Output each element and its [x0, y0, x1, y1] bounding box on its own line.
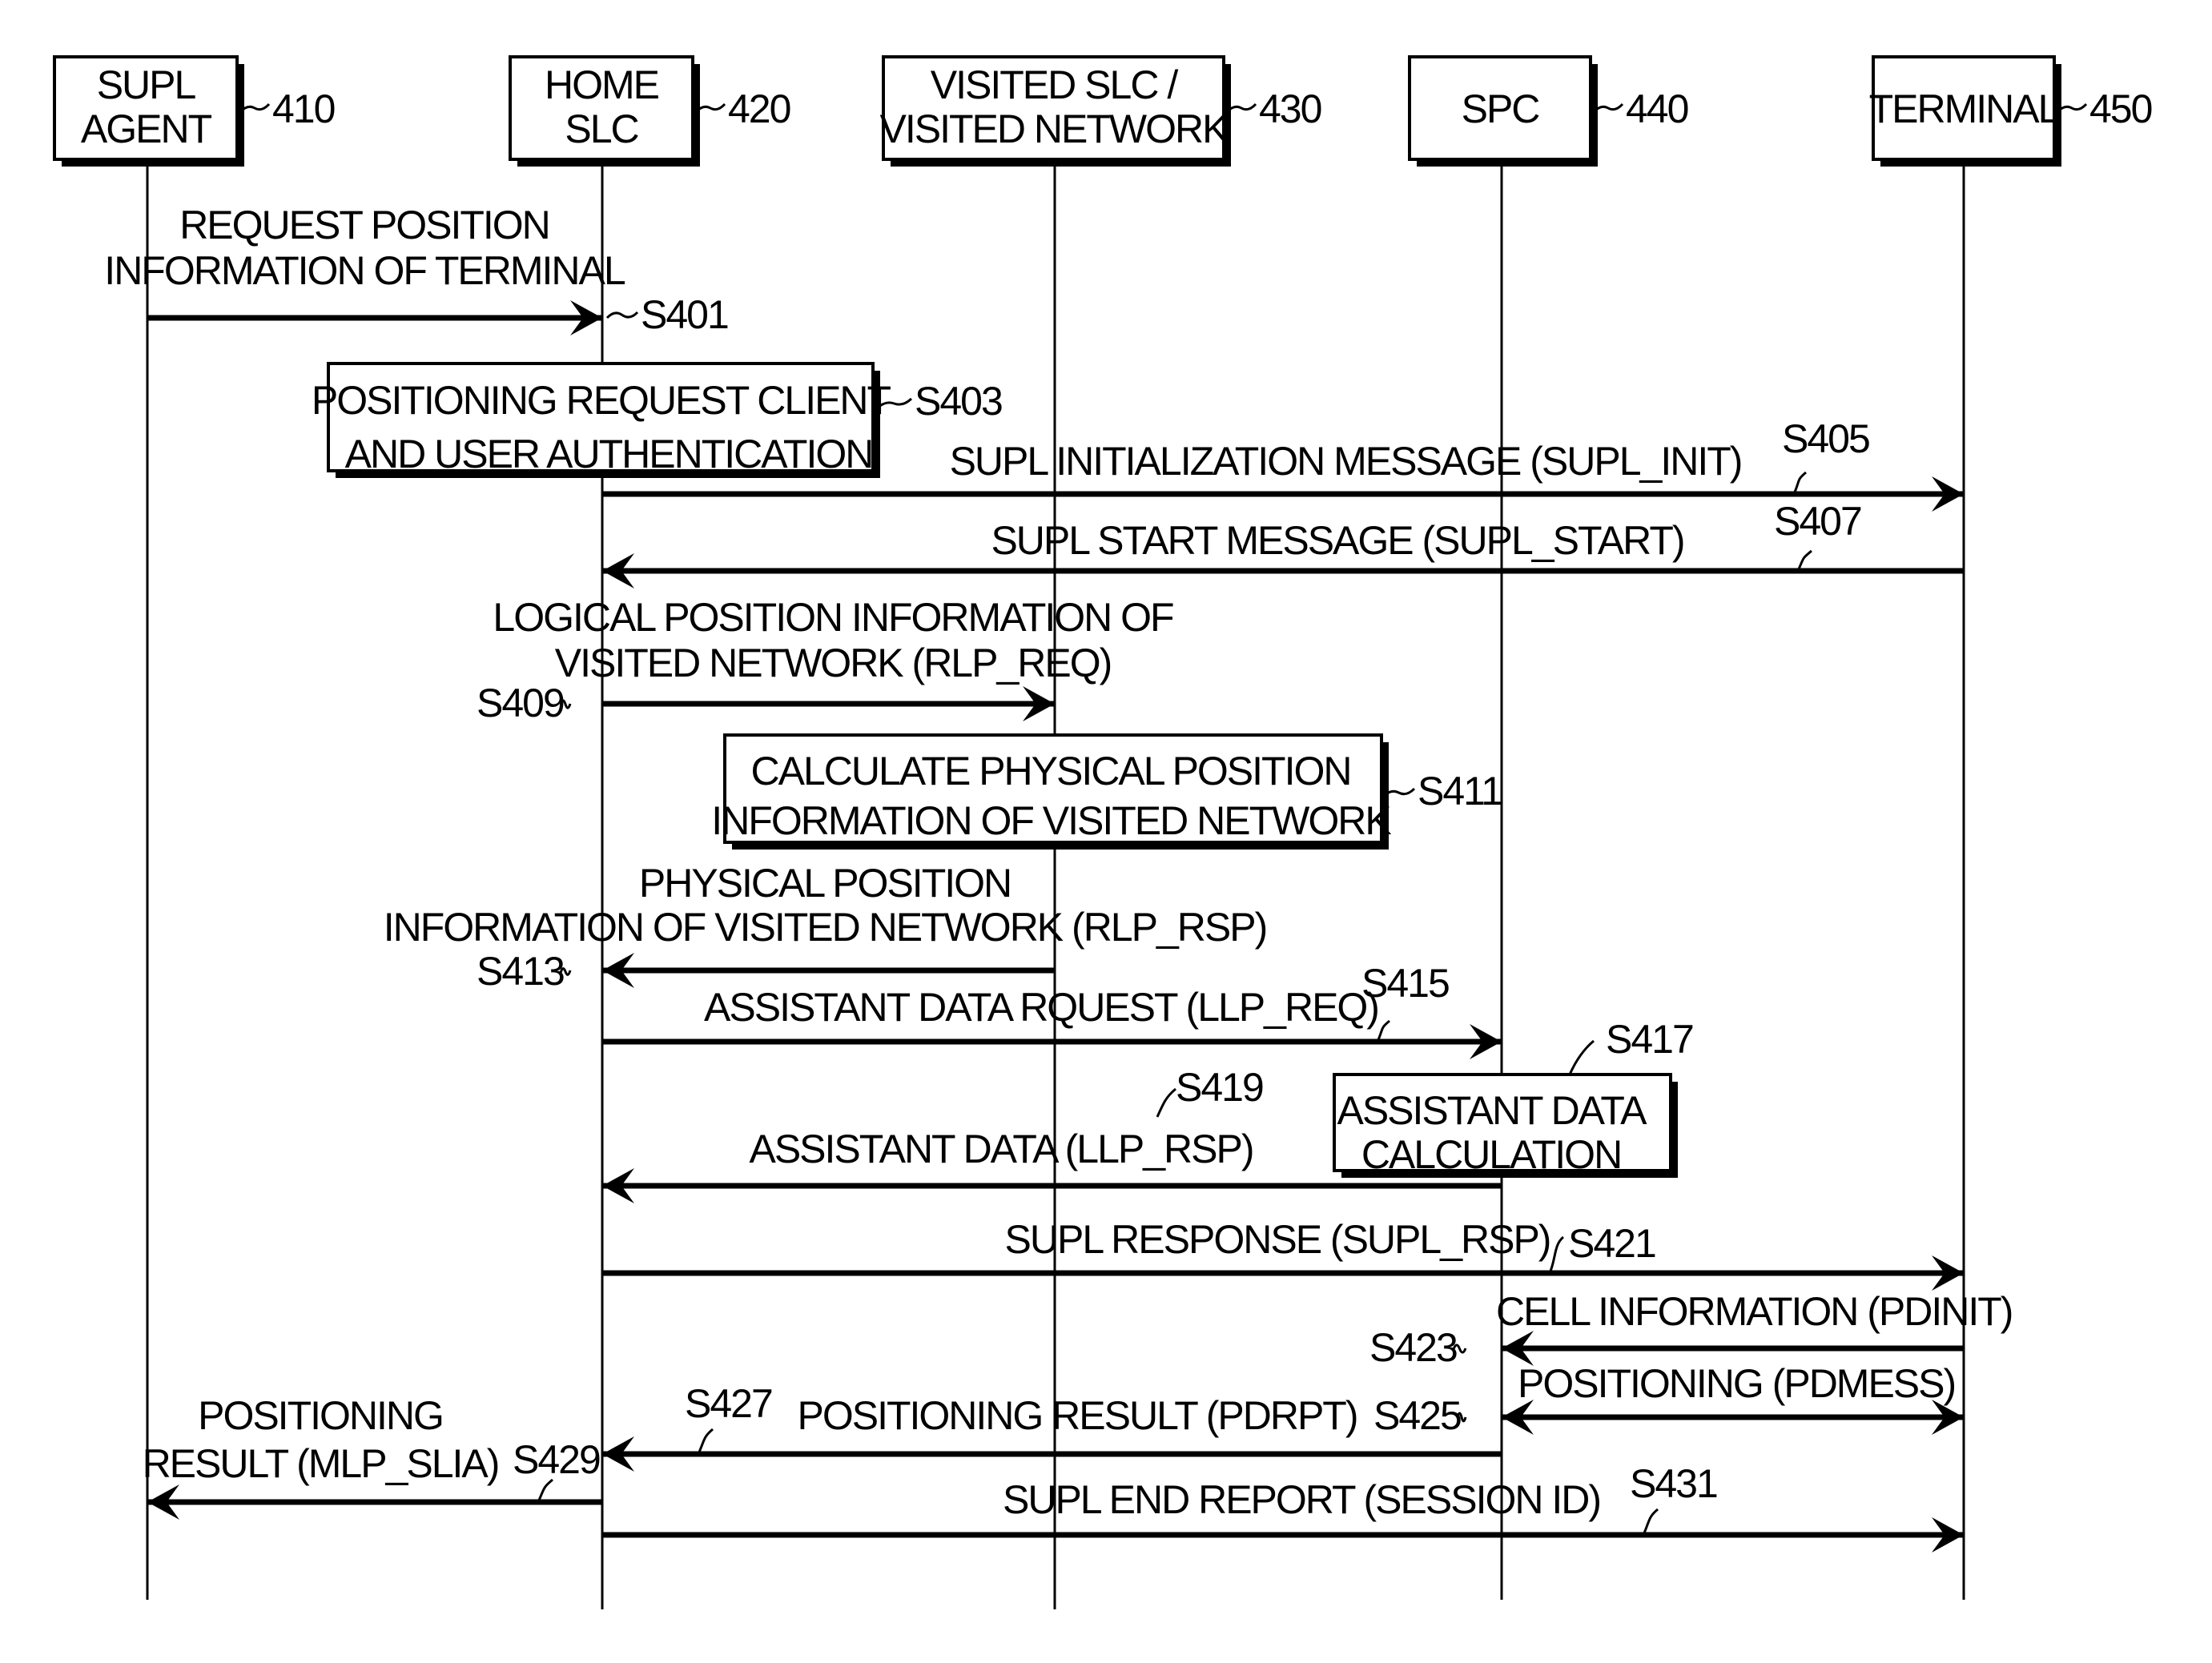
step-leader [1548, 1235, 1565, 1274]
step-number: S411 [1418, 769, 1502, 813]
step-number: S427 [685, 1381, 772, 1426]
message-label: SUPL START MESSAGE (SUPL_START) [991, 518, 1683, 563]
step-leader [605, 311, 639, 319]
reference-number: 430 [1259, 86, 1321, 131]
participant-label: SUPL [97, 62, 196, 107]
step-leader [697, 1428, 714, 1455]
step-s425: POSITIONING (PDMESS) S425 [1373, 1361, 1964, 1438]
participant-supl_agent: SUPLAGENT 410 [53, 55, 336, 167]
message-label: SUPL END REPORT (SESSION ID) [1003, 1477, 1600, 1522]
message-label: ASSISTANT DATA (LLP_RSP) [749, 1127, 1253, 1171]
step-number: S423 [1369, 1325, 1457, 1370]
step-leader [1376, 1019, 1390, 1042]
reference-leader [239, 102, 271, 114]
step-s409: LOGICAL POSITION INFORMATION OFVISITED N… [477, 595, 1175, 725]
participants: SUPLAGENT 410 HOMESLC 420 VISITED SLC /VISIT… [53, 55, 2154, 167]
step-leader [1796, 549, 1812, 572]
step-s429: POSITIONINGRESULT (MLP_SLIA) S429 [143, 1393, 602, 1520]
participant-visited_slc: VISITED SLC /VISITED NETWORK 430 [880, 55, 1323, 167]
message-label: POSITIONING RESULT (PDRPT) [797, 1393, 1357, 1438]
message-label: INFORMATION OF TERMINAL [104, 248, 625, 293]
participant-terminal: TERMINAL 450 [1869, 55, 2154, 167]
process-label: POSITIONING REQUEST CLIENT [312, 378, 891, 423]
participant-spc: SPC 440 [1408, 55, 1690, 167]
process-label: AND USER AUTHENTICATION [345, 432, 873, 476]
message-label: SUPL INITIALIZATION MESSAGE (SUPL_INIT) [950, 439, 1742, 484]
step-leader [1156, 1087, 1176, 1118]
step-s427: POSITIONING RESULT (PDRPT) S427 [602, 1381, 1502, 1472]
message-label: REQUEST POSITION [179, 203, 549, 247]
participant-label: SPC [1462, 86, 1540, 131]
step-leader [1792, 471, 1807, 495]
message-label: CELL INFORMATION (PDINIT) [1496, 1289, 2012, 1334]
step-number: S413 [477, 949, 564, 994]
message-label: POSITIONING (PDMESS) [1518, 1361, 1955, 1406]
message-label: ASSISTANT DATA RQUEST (LLP_REQ) [704, 985, 1378, 1030]
step-s407: SUPL START MESSAGE (SUPL_START) S407 [602, 499, 1964, 588]
reference-leader [1592, 102, 1624, 114]
participant-label: TERMINAL [1869, 86, 2060, 131]
participant-label: HOME [545, 62, 659, 107]
message-label: LOGICAL POSITION INFORMATION OF [493, 595, 1173, 640]
step-number: S429 [513, 1437, 600, 1482]
participant-label: VISITED NETWORK [880, 106, 1229, 151]
participant-label: AGENT [81, 106, 212, 151]
message-label: SUPL RESPONSE (SUPL_RSP) [1005, 1217, 1550, 1262]
reference-number: 410 [272, 86, 335, 131]
step-number: S419 [1176, 1065, 1263, 1110]
step-number: S417 [1606, 1017, 1693, 1062]
process-label: CALCULATION [1361, 1132, 1621, 1177]
reference-leader [694, 102, 726, 114]
sequence-diagram: SUPLAGENT 410HOMESLC 420VISITED SLC /VISIT… [53, 55, 2154, 1609]
step-number: S421 [1568, 1221, 1655, 1266]
participant-label: VISITED SLC / [931, 62, 1179, 107]
reference-leader [2056, 102, 2088, 114]
step-number: S425 [1373, 1393, 1461, 1438]
message-label: PHYSICAL POSITION [639, 861, 1011, 906]
step-number: S431 [1630, 1461, 1717, 1506]
step-s415: ASSISTANT DATA RQUEST (LLP_REQ)S415 [602, 961, 1502, 1059]
reference-number: 440 [1626, 86, 1688, 131]
step-s403: POSITIONING REQUEST CLIENT AND USER AUTHE… [312, 362, 1003, 478]
step-number: S401 [641, 292, 728, 337]
message-label: INFORMATION OF VISITED NETWORK (RLP_RSP) [384, 905, 1266, 950]
step-number: S409 [477, 681, 564, 725]
step-number: S415 [1361, 961, 1449, 1006]
process-label: INFORMATION OF VISITED NETWORK [711, 798, 1391, 843]
process-label: ASSISTANT DATA [1337, 1088, 1647, 1133]
step-number: S407 [1774, 499, 1861, 544]
step-leader [537, 1478, 553, 1503]
reference-number: 450 [2089, 86, 2152, 131]
message-label: VISITED NETWORK (RLP_REQ) [555, 641, 1112, 685]
step-leader [1568, 1039, 1595, 1075]
step-s413: PHYSICAL POSITIONINFORMATION OF VISITED … [384, 861, 1268, 994]
step-s401: REQUEST POSITIONINFORMATION OF TERMINAL S… [104, 203, 730, 337]
step-s421: SUPL RESPONSE (SUPL_RSP) S421 [602, 1217, 1964, 1291]
steps: REQUEST POSITIONINFORMATION OF TERMINAL S… [104, 203, 2013, 1553]
participant-label: SLC [565, 106, 638, 151]
process-label: CALCULATE PHYSICAL POSITION [751, 749, 1351, 793]
participant-home_slc: HOMESLC 420 [509, 55, 792, 167]
step-leader [1642, 1508, 1659, 1536]
step-s431: SUPL END REPORT (SESSION ID) S431 [602, 1461, 1964, 1553]
step-s423: CELL INFORMATION (PDINIT) S423 [1369, 1289, 2013, 1370]
reference-leader [1225, 102, 1257, 114]
reference-number: 420 [728, 86, 790, 131]
step-number: S405 [1782, 416, 1869, 461]
message-label: RESULT (MLP_SLIA) [143, 1441, 499, 1486]
step-number: S403 [915, 379, 1002, 424]
message-label: POSITIONING [198, 1393, 443, 1438]
step-s411: CALCULATE PHYSICAL POSITION INFORMATION O… [711, 733, 1503, 850]
